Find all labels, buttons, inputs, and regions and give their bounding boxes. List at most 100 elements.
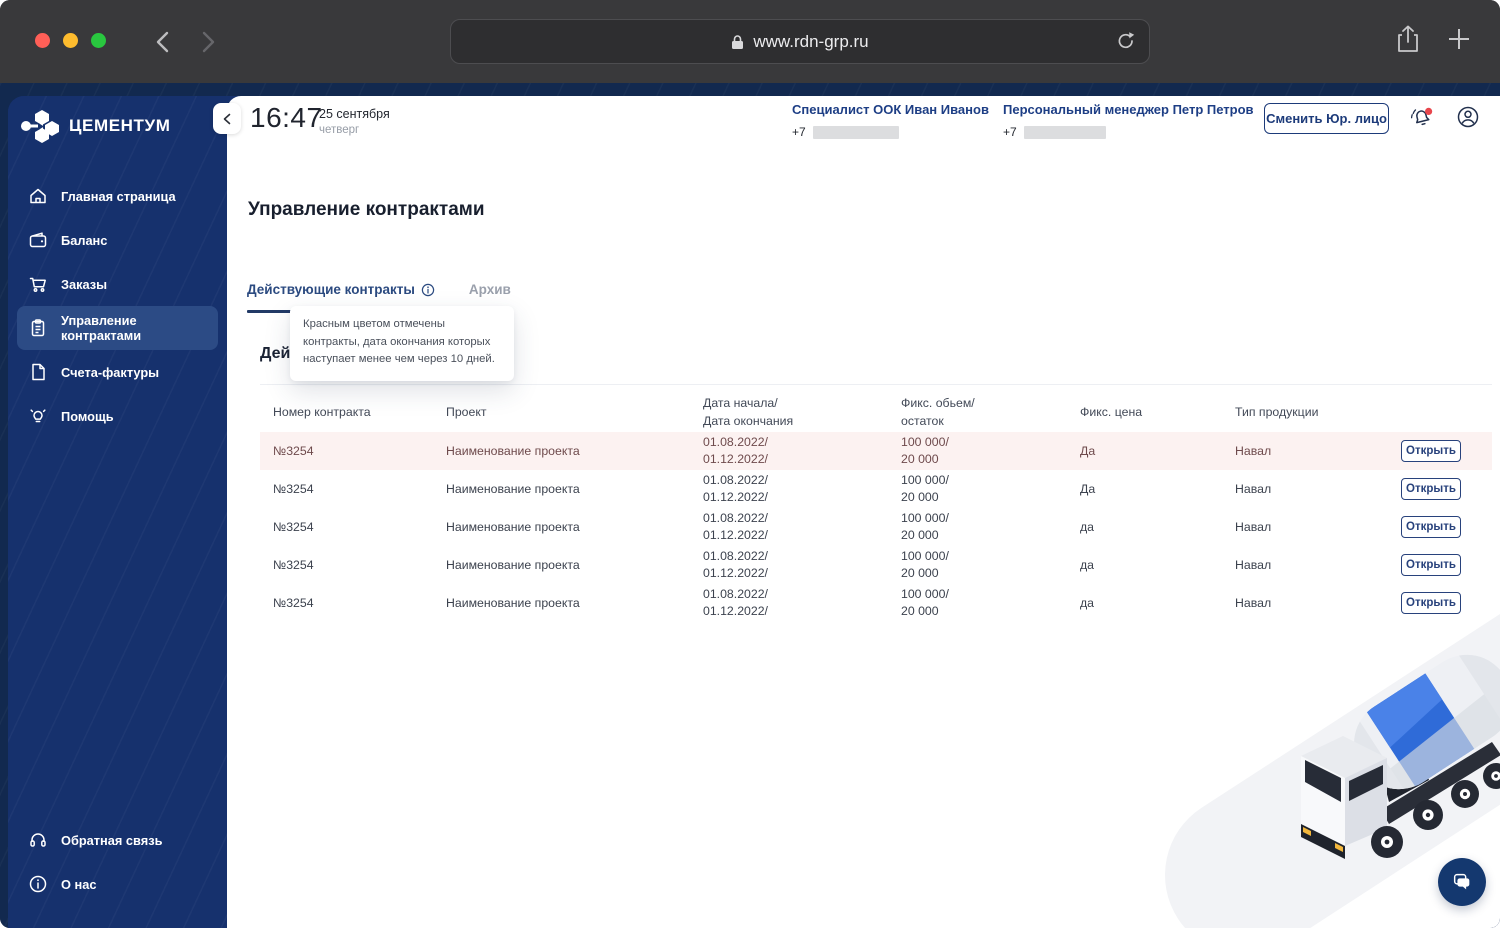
- table-row: №3254 Наименование проекта 01.08.2022/ 0…: [260, 508, 1492, 546]
- notification-dot: [1425, 107, 1433, 115]
- col-product-type: Тип продукции: [1235, 404, 1319, 419]
- chat-bubbles-icon: [1453, 873, 1470, 890]
- weekday-text: четверг: [319, 123, 360, 136]
- brand-name: ЦЕМЕНТУМ: [69, 116, 171, 135]
- contracts-table: Номер контракта Проект Дата начала/ Дата…: [260, 392, 1492, 622]
- app-card: ЦЕМЕНТУМ Главная страница Баланс Заказы: [8, 96, 1500, 928]
- window-controls: [35, 33, 106, 48]
- cell-project: Наименование проекта: [446, 443, 580, 458]
- sidebar-footer: Обратная связь О нас: [8, 818, 227, 906]
- open-contract-button[interactable]: Открыть: [1401, 592, 1461, 614]
- table-divider: [260, 384, 1492, 385]
- cell-product-type: Навал: [1235, 519, 1272, 534]
- specialist-name: Специалист ООК Иван Иванов: [792, 102, 989, 117]
- info-tooltip-icon[interactable]: [421, 283, 435, 297]
- sidebar-item-feedback[interactable]: Обратная связь: [8, 818, 227, 862]
- chat-button[interactable]: [1438, 858, 1486, 906]
- sidebar-item-balance[interactable]: Баланс: [8, 218, 227, 262]
- col-volume: Фикс. обьем/ остаток: [901, 395, 975, 428]
- minimize-window-button[interactable]: [63, 33, 78, 48]
- info-icon: [29, 875, 47, 893]
- bell-icon: [1410, 107, 1433, 126]
- sidebar-item-label: Заказы: [61, 276, 108, 292]
- cart-icon: [29, 277, 46, 292]
- clipboard-icon: [31, 319, 45, 337]
- open-contract-button[interactable]: Открыть: [1401, 478, 1461, 500]
- new-tab-icon[interactable]: [1446, 26, 1472, 57]
- brand-logo[interactable]: ЦЕМЕНТУМ: [8, 96, 227, 143]
- cell-dates: 01.08.2022/ 01.12.2022/: [703, 511, 768, 542]
- date-text: 25 сентября: [319, 107, 390, 121]
- cell-fixed-price: Да: [1080, 443, 1096, 458]
- table-row: №3254 Наименование проекта 01.08.2022/ 0…: [260, 470, 1492, 508]
- cell-volume: 100 000/ 20 000: [901, 473, 949, 504]
- phone-redacted: [812, 125, 899, 139]
- col-project: Проект: [446, 404, 487, 419]
- browser-window: www.rdn-grp.ru ЦЕМЕНТУМ Главная страница…: [0, 0, 1500, 928]
- invoice-icon: [32, 363, 45, 381]
- url-text: www.rdn-grp.ru: [753, 31, 869, 51]
- sidebar-item-invoices[interactable]: Счета-фактуры: [8, 350, 227, 394]
- back-button[interactable]: [146, 26, 178, 58]
- manager-contact: Персональный менеджер Петр Петров +7: [1003, 102, 1254, 139]
- home-icon: [30, 188, 46, 204]
- sidebar-item-label: Управление контрактами: [61, 313, 142, 343]
- tab-active-contracts[interactable]: Действующие контракты: [247, 282, 435, 297]
- share-icon[interactable]: [1396, 24, 1420, 59]
- cell-contract-number: №3254: [273, 557, 314, 572]
- lock-icon: [732, 34, 744, 49]
- sidebar-item-label: Обратная связь: [61, 832, 163, 848]
- sidebar-item-contracts[interactable]: Управление контрактами: [17, 306, 218, 350]
- sidebar-item-about[interactable]: О нас: [8, 862, 227, 906]
- chevron-left-icon: [223, 113, 231, 124]
- cell-dates: 01.08.2022/ 01.12.2022/: [703, 587, 768, 618]
- open-contract-button[interactable]: Открыть: [1401, 516, 1461, 538]
- sidebar-item-help[interactable]: Помощь: [8, 394, 227, 438]
- profile-button[interactable]: [1455, 104, 1481, 130]
- change-legal-entity-button[interactable]: Сменить Юр. лицо: [1264, 103, 1389, 134]
- close-window-button[interactable]: [35, 33, 50, 48]
- tab-archive[interactable]: Архив: [469, 282, 511, 297]
- table-body: №3254 Наименование проекта 01.08.2022/ 0…: [260, 432, 1492, 622]
- sidebar-item-home[interactable]: Главная страница: [8, 174, 227, 218]
- cell-fixed-price: Да: [1080, 481, 1096, 496]
- specialist-contact: Специалист ООК Иван Иванов +7: [792, 102, 989, 139]
- sidebar-collapse-button[interactable]: [213, 103, 241, 134]
- cement-truck-illustration: [1301, 648, 1500, 859]
- zoom-window-button[interactable]: [91, 33, 106, 48]
- cell-contract-number: №3254: [273, 519, 314, 534]
- table-row: №3254 Наименование проекта 01.08.2022/ 0…: [260, 546, 1492, 584]
- cell-contract-number: №3254: [273, 443, 314, 458]
- sidebar-item-label: О нас: [61, 876, 97, 892]
- cell-fixed-price: да: [1080, 595, 1095, 610]
- cell-volume: 100 000/ 20 000: [901, 511, 949, 542]
- cell-product-type: Навал: [1235, 481, 1272, 496]
- headset-icon: [30, 833, 46, 847]
- tooltip: Красным цветом отмечены контракты, дата …: [290, 306, 514, 381]
- forward-button[interactable]: [192, 26, 224, 58]
- help-icon: [30, 409, 46, 423]
- page-title: Управление контрактами: [248, 199, 485, 220]
- notifications-button[interactable]: [1409, 105, 1435, 131]
- cell-volume: 100 000/ 20 000: [901, 587, 949, 618]
- main-content: 16:47 25 сентября четверг Специалист ООК…: [227, 96, 1500, 928]
- page-background: ЦЕМЕНТУМ Главная страница Баланс Заказы: [0, 83, 1500, 928]
- cell-product-type: Навал: [1235, 557, 1272, 572]
- tab-label: Архив: [468, 282, 511, 297]
- open-contract-button[interactable]: Открыть: [1401, 554, 1461, 576]
- cell-fixed-price: да: [1080, 519, 1095, 534]
- phone-redacted: [1023, 125, 1106, 139]
- wallet-icon: [29, 232, 47, 248]
- table-row: №3254 Наименование проекта 01.08.2022/ 0…: [260, 584, 1492, 622]
- cell-dates: 01.08.2022/ 01.12.2022/: [703, 473, 768, 504]
- open-contract-button[interactable]: Открыть: [1401, 440, 1461, 462]
- col-fixed-price: Фикс. цена: [1080, 404, 1143, 419]
- sidebar-item-orders[interactable]: Заказы: [8, 262, 227, 306]
- col-contract-number: Номер контракта: [273, 404, 371, 419]
- cell-project: Наименование проекта: [446, 595, 580, 610]
- clock-time: 16:47: [250, 102, 323, 133]
- sidebar: ЦЕМЕНТУМ Главная страница Баланс Заказы: [8, 96, 227, 928]
- address-bar[interactable]: www.rdn-grp.ru: [450, 19, 1150, 64]
- cell-dates: 01.08.2022/ 01.12.2022/: [703, 435, 768, 466]
- reload-icon[interactable]: [1116, 30, 1136, 57]
